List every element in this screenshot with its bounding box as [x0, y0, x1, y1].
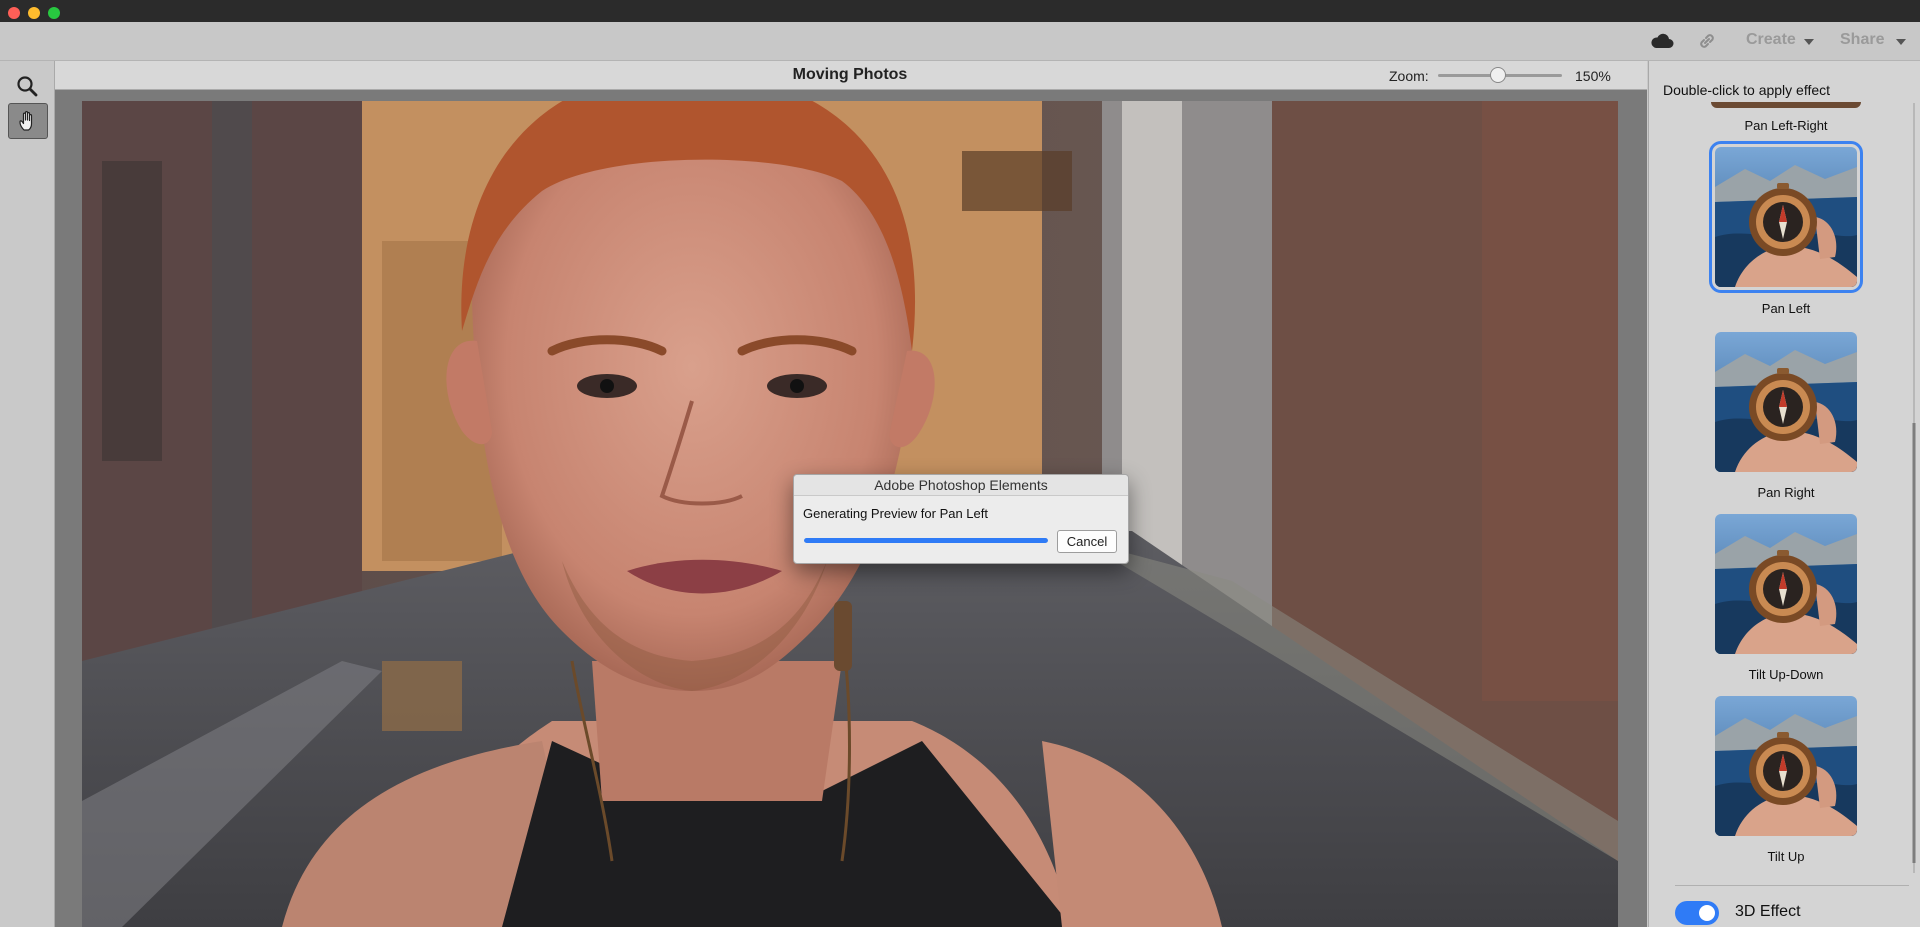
panel-divider [1675, 885, 1909, 886]
zoom-value: 150% [1575, 68, 1611, 84]
3d-effect-toggle[interactable] [1675, 901, 1719, 925]
create-label: Create [1746, 31, 1796, 48]
effect-thumbnail [1715, 332, 1857, 472]
effect-label: Pan Left-Right [1744, 118, 1828, 133]
hand-icon [19, 111, 33, 131]
3d-effect-label: 3D Effect [1735, 903, 1801, 920]
document-header: Moving Photos Zoom: 150% [55, 61, 1647, 90]
cloud-icon[interactable] [1650, 31, 1674, 51]
zoom-tool-button[interactable] [8, 69, 46, 103]
effect-thumbnail-partial[interactable] [1711, 102, 1861, 108]
effect-label: Tilt Up [1767, 849, 1805, 864]
share-menu-button[interactable]: Share [1840, 31, 1906, 49]
hand-tool-button[interactable] [8, 103, 48, 139]
effect-thumbnail [1709, 141, 1863, 293]
tools-sidebar [0, 61, 55, 927]
window-titlebar [0, 0, 1920, 22]
magnifier-icon [17, 76, 38, 97]
toggle-knob [1699, 905, 1715, 921]
progress-bar [804, 538, 1048, 543]
zoom-window-button[interactable] [48, 7, 60, 19]
chevron-down-icon [1896, 39, 1906, 45]
dialog-title: Adobe Photoshop Elements [794, 475, 1128, 496]
share-label: Share [1840, 31, 1885, 48]
zoom-slider-handle[interactable] [1490, 67, 1506, 83]
effect-thumbnail [1715, 514, 1857, 654]
effect-label: Pan Left [1761, 301, 1811, 316]
link-icon[interactable] [1696, 30, 1718, 52]
progress-dialog: Adobe Photoshop Elements Generating Prev… [793, 474, 1129, 564]
chevron-down-icon [1804, 39, 1814, 45]
minimize-window-button[interactable] [28, 7, 40, 19]
close-window-button[interactable] [8, 7, 20, 19]
effect-label: Tilt Up-Down [1748, 667, 1824, 682]
progress-bar-fill [804, 538, 1048, 543]
cancel-button[interactable]: Cancel [1057, 530, 1117, 553]
create-menu-button[interactable]: Create [1746, 31, 1814, 49]
app-topbar: Create Share [0, 22, 1920, 61]
panel-scrollbar[interactable] [1911, 103, 1917, 873]
panel-hint: Double-click to apply effect [1663, 82, 1831, 98]
effect-thumbnail [1715, 696, 1857, 836]
zoom-label: Zoom: [1389, 68, 1429, 84]
dialog-message: Generating Preview for Pan Left [803, 506, 988, 521]
effect-label: Pan Right [1757, 485, 1815, 500]
effects-panel: Double-click to apply effect Pan Left-Ri… [1648, 61, 1920, 927]
